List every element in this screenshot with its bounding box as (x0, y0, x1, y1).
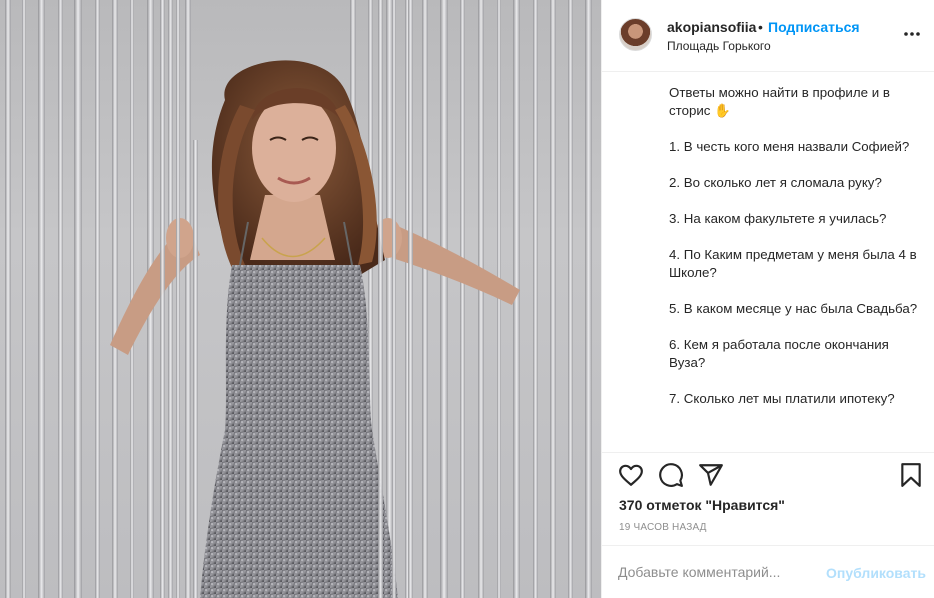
avatar[interactable] (619, 18, 652, 51)
comment-icon[interactable] (658, 462, 684, 488)
caption-line: 2. Во сколько лет я сломала руку? (669, 175, 882, 190)
divider (602, 545, 934, 546)
username-link[interactable]: akopiansofiia (667, 19, 756, 35)
likes-count[interactable]: 370 отметок "Нравится" (619, 497, 785, 513)
more-options-icon[interactable] (902, 24, 922, 44)
publish-button[interactable]: Опубликовать (826, 565, 926, 581)
heart-icon[interactable] (618, 462, 644, 488)
separator-dot: • (758, 19, 763, 35)
post-caption: Ответы можно найти в профиле и в сторис … (669, 84, 919, 444)
action-bar (602, 460, 934, 490)
caption-line: 3. На каком факультете я училась? (669, 211, 887, 226)
divider (602, 452, 934, 453)
post-sidebar: akopiansofiia • Подписаться Площадь Горь… (601, 0, 934, 598)
caption-line: 6. Кем я работала после окончания Вуза? (669, 337, 889, 370)
photo-illustration (5, 0, 592, 598)
follow-button[interactable]: Подписаться (768, 19, 860, 35)
caption-line: 4. По Каким предметам у меня была 4 в Шк… (669, 247, 917, 280)
caption-line: 1. В честь кого меня назвали Софией? (669, 139, 910, 154)
post-photo[interactable] (0, 0, 601, 598)
caption-line: Ответы можно найти в профиле и в сторис … (669, 85, 890, 118)
caption-line: 5. В каком месяце у нас была Свадьба? (669, 301, 918, 316)
post-header: akopiansofiia • Подписаться Площадь Горь… (602, 0, 934, 72)
location-link[interactable]: Площадь Горького (667, 39, 771, 53)
comment-input[interactable] (618, 560, 818, 584)
bookmark-icon[interactable] (898, 462, 924, 488)
paper-plane-icon[interactable] (698, 462, 724, 488)
caption-line: 7. Сколько лет мы платили ипотеку? (669, 391, 895, 406)
post-timestamp[interactable]: 19 ЧАСОВ НАЗАД (619, 522, 707, 533)
